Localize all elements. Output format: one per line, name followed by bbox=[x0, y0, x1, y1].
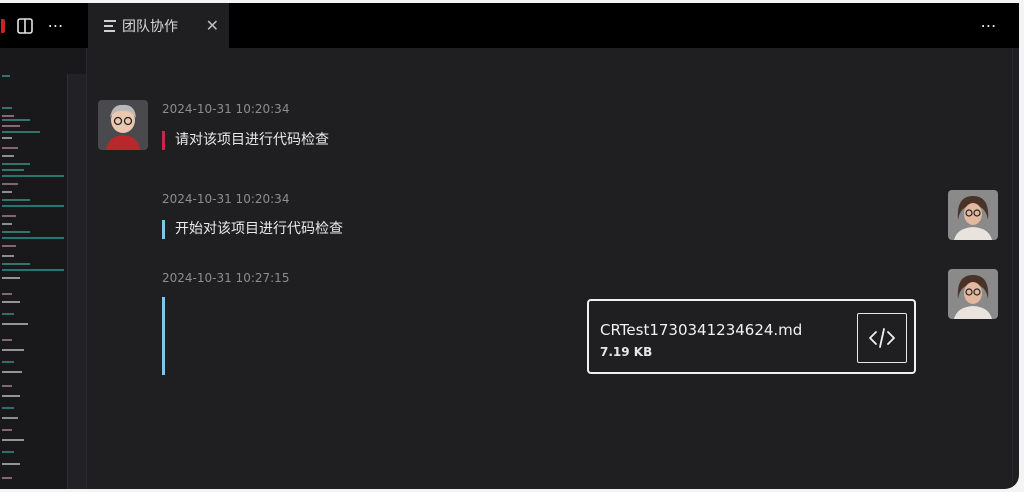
code-minimap-panel bbox=[0, 48, 86, 489]
file-attachment-card[interactable]: CRTest1730341234624.md 7.19 KB bbox=[587, 299, 916, 374]
message-body: 请对该项目进行代码检查 bbox=[175, 132, 329, 148]
minimap-scrollbar[interactable] bbox=[67, 74, 86, 489]
user-avatar bbox=[98, 100, 148, 150]
message-accent-bar bbox=[162, 131, 165, 150]
app-window: ⋯ 团队协作 ✕ ⋯ 2024-10-31 10:20:34 请对该项目进行代码… bbox=[0, 3, 1019, 489]
split-view-icon[interactable] bbox=[14, 3, 36, 48]
tab-title: 团队协作 bbox=[122, 18, 178, 35]
message-body: 开始对该项目进行代码检查 bbox=[175, 221, 343, 237]
message-accent-bar bbox=[162, 297, 165, 375]
code-icon[interactable] bbox=[857, 313, 907, 363]
more-options-icon[interactable]: ⋯ bbox=[44, 3, 68, 48]
minimap-preview bbox=[2, 75, 64, 479]
file-name: CRTest1730341234624.md bbox=[600, 321, 803, 339]
message-timestamp: 2024-10-31 10:27:15 bbox=[162, 271, 290, 285]
message-text bbox=[162, 297, 175, 375]
message-text: 请对该项目进行代码检查 bbox=[162, 131, 329, 150]
message-accent-bar bbox=[162, 220, 165, 239]
message-timestamp: 2024-10-31 10:20:34 bbox=[162, 102, 290, 116]
message-text: 开始对该项目进行代码检查 bbox=[162, 220, 343, 239]
title-bar: ⋯ 团队协作 ✕ ⋯ bbox=[0, 3, 1019, 48]
tab-team-collab[interactable]: 团队协作 ✕ bbox=[88, 3, 229, 48]
assistant-avatar bbox=[948, 269, 998, 319]
panel-divider[interactable] bbox=[86, 48, 87, 489]
file-size: 7.19 KB bbox=[600, 345, 653, 359]
assistant-avatar bbox=[948, 190, 998, 240]
message-timestamp: 2024-10-31 10:20:34 bbox=[162, 192, 290, 206]
window-edge-marker bbox=[0, 3, 6, 48]
more-options-icon-right[interactable]: ⋯ bbox=[977, 3, 1001, 48]
close-icon[interactable]: ✕ bbox=[206, 16, 219, 35]
right-edge-divider bbox=[1012, 48, 1013, 489]
document-icon bbox=[104, 19, 116, 32]
